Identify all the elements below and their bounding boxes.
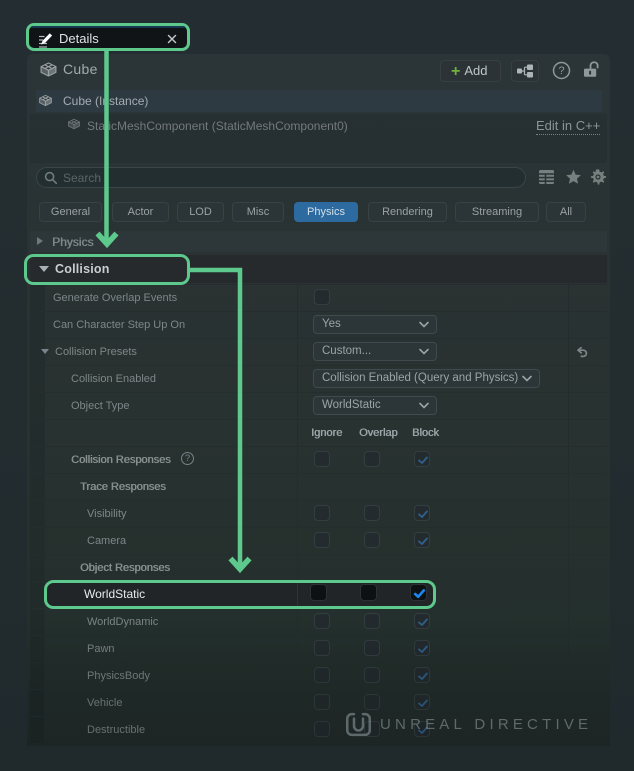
svg-text:?: ? <box>558 65 564 77</box>
